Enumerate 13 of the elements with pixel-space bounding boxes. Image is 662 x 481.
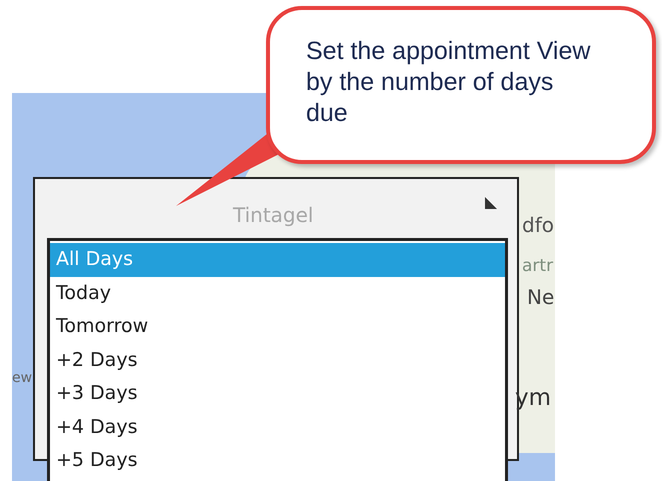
- map-label: ew: [12, 371, 32, 385]
- corner-triangle-icon[interactable]: [485, 197, 497, 209]
- dropdown-option[interactable]: Tomorrow: [50, 310, 505, 344]
- dropdown-option[interactable]: +4 Days: [50, 410, 505, 444]
- map-label: artr: [522, 258, 554, 275]
- map-label: Ne: [527, 287, 554, 307]
- dropdown-option[interactable]: +3 Days: [50, 377, 505, 410]
- dropdown-option[interactable]: +5 Days: [50, 444, 505, 478]
- dropdown-option[interactable]: +2 Days: [50, 344, 505, 377]
- callout-text: Set the appointment View by the number of days due: [306, 36, 592, 129]
- map-label: dfo: [522, 215, 554, 235]
- map-label: Tintagel: [233, 205, 314, 225]
- dropdown-option[interactable]: Today: [50, 276, 505, 310]
